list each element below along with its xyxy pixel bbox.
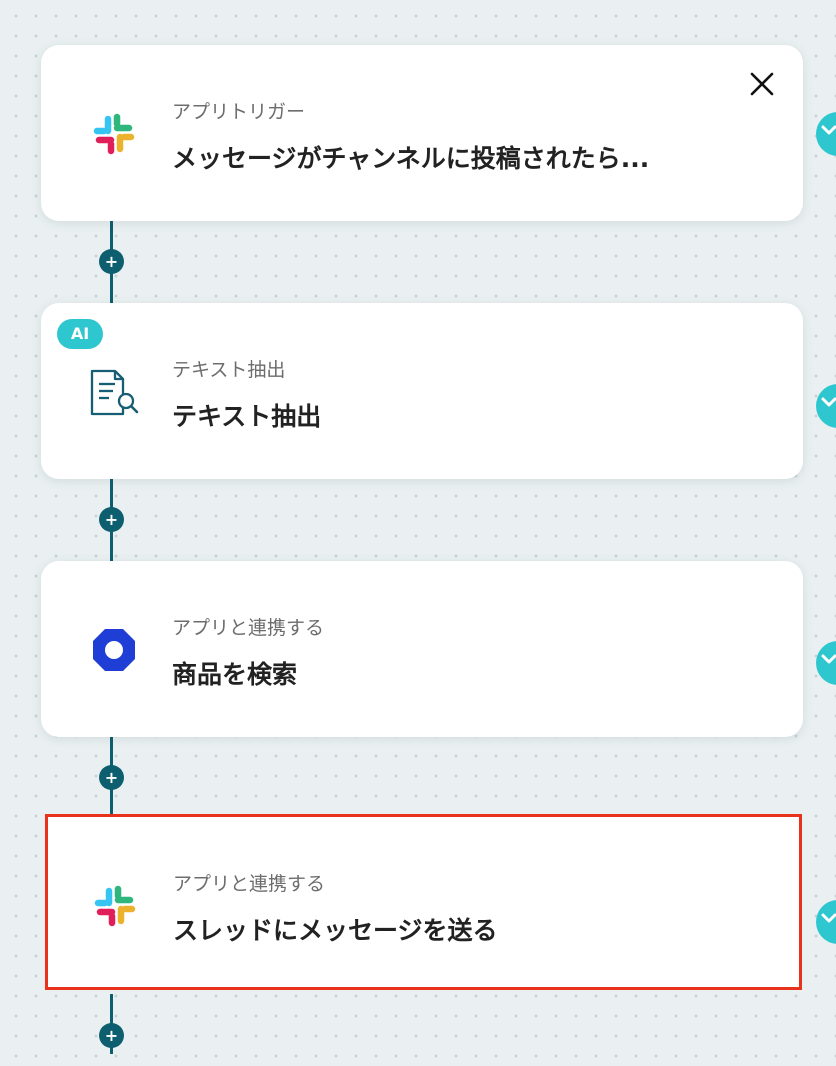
step-category-label: アプリトリガー (172, 101, 306, 123)
slack-icon (90, 881, 140, 931)
step-category-label: テキスト抽出 (172, 359, 286, 381)
step-card-text-extraction[interactable]: AI テキスト抽出 テキスト抽出 (41, 303, 803, 479)
step-card-send-thread-message[interactable]: アプリと連携する スレッドにメッセージを送る (45, 814, 802, 990)
step-category-label: アプリと連携する (172, 617, 325, 639)
ai-badge: AI (57, 319, 103, 349)
blue-octagon-ring-icon (89, 625, 139, 675)
step-title: 商品を検索 (172, 660, 298, 689)
add-step-button[interactable]: + (99, 249, 124, 274)
add-step-button[interactable]: + (99, 507, 124, 532)
step-card-product-search[interactable]: アプリと連携する 商品を検索 (41, 561, 803, 737)
status-check-icon (816, 900, 836, 944)
step-title: メッセージがチャンネルに投稿されたら... (172, 144, 650, 173)
step-card-trigger[interactable]: アプリトリガー メッセージがチャンネルに投稿されたら... (41, 45, 803, 221)
add-step-button[interactable]: + (99, 1023, 124, 1048)
status-check-icon (816, 384, 836, 428)
document-search-icon (89, 367, 139, 417)
status-check-icon (816, 641, 836, 685)
add-step-button[interactable]: + (99, 765, 124, 790)
close-icon[interactable] (747, 69, 777, 99)
step-title: テキスト抽出 (172, 402, 322, 431)
slack-icon (89, 109, 139, 159)
status-check-icon (816, 112, 836, 156)
step-category-label: アプリと連携する (173, 873, 326, 895)
step-title: スレッドにメッセージを送る (173, 916, 498, 945)
